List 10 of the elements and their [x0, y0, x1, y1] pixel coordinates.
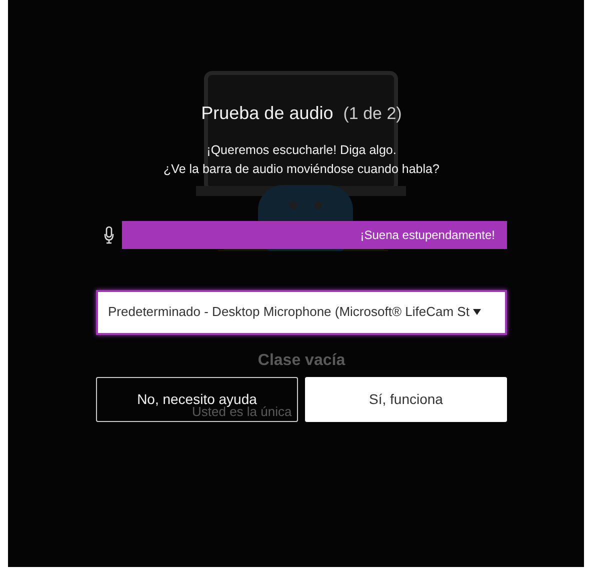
- caret-icon: [473, 308, 482, 316]
- level-status-text: ¡Suena estupendamente!: [360, 226, 495, 244]
- confirm-button[interactable]: Sí, funciona: [305, 376, 507, 422]
- dialog-title: Prueba de audio: [201, 103, 334, 123]
- microphone-icon: [104, 226, 114, 244]
- background-heading: Clase vacía: [256, 350, 346, 370]
- prompt-text: ¿Ve la barra de audio moviéndose cuando habla?: [162, 160, 440, 178]
- step-counter: (1 de 2): [343, 104, 402, 123]
- prompt-text: ¡Queremos escucharle! Diga algo.: [206, 142, 398, 159]
- device-dropdown[interactable]: Predeterminado - Desktop Microphone (Microsoft® LifeCam St: [96, 290, 507, 334]
